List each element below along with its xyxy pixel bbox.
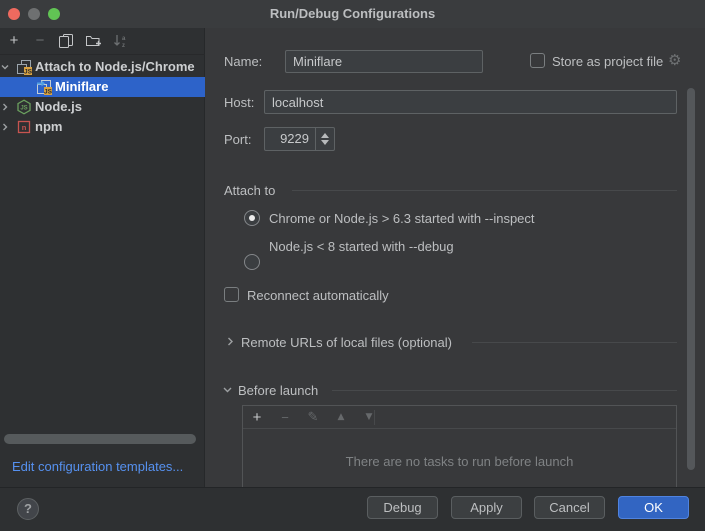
reconnect-automatically-label[interactable]: Reconnect automatically	[247, 288, 389, 303]
svg-text:JS: JS	[44, 88, 52, 95]
add-icon[interactable]: +	[6, 33, 22, 49]
main-vertical-scrollbar[interactable]	[687, 88, 695, 470]
remove-icon[interactable]: −	[32, 33, 48, 49]
port-value[interactable]: 9229	[265, 128, 315, 150]
chevron-right-icon[interactable]	[225, 335, 235, 348]
help-button[interactable]: ?	[17, 498, 39, 520]
chevron-down-icon[interactable]	[221, 383, 234, 396]
radio-debug-label[interactable]: Node.js < 8 started with --debug	[269, 239, 454, 254]
host-input[interactable]	[264, 90, 677, 114]
nodejs-icon: JS	[16, 99, 32, 115]
remote-urls-section-label[interactable]: Remote URLs of local files (optional)	[241, 335, 452, 350]
section-divider	[332, 390, 677, 391]
sidebar-horizontal-scrollbar[interactable]	[4, 434, 196, 444]
svg-text:a: a	[122, 36, 126, 42]
name-input[interactable]	[285, 50, 483, 73]
reconnect-automatically-checkbox[interactable]	[224, 287, 239, 302]
no-tasks-message: There are no tasks to run before launch	[243, 454, 676, 469]
new-folder-icon[interactable]	[85, 33, 101, 49]
port-label: Port:	[224, 132, 251, 147]
store-as-project-file-checkbox[interactable]	[530, 53, 545, 68]
port-stepper[interactable]: 9229	[264, 127, 335, 151]
radio-inspect-label[interactable]: Chrome or Node.js > 6.3 started with --i…	[269, 211, 535, 226]
move-up-icon[interactable]: ▲	[333, 412, 349, 422]
debug-button[interactable]: Debug	[367, 496, 438, 519]
sidebar-toolbar	[0, 28, 205, 55]
stepper-down-icon[interactable]	[321, 140, 329, 145]
port-stepper-buttons[interactable]	[315, 128, 334, 150]
ok-button[interactable]: OK	[618, 496, 689, 519]
tree-item-nodejs[interactable]: JS Node.js	[0, 97, 205, 117]
svg-text:z: z	[122, 43, 125, 49]
sort-alphabetically-icon[interactable]: a z	[112, 33, 128, 49]
apply-button[interactable]: Apply	[451, 496, 522, 519]
remove-task-icon[interactable]: −	[277, 410, 293, 425]
before-launch-section-label[interactable]: Before launch	[238, 383, 318, 398]
name-label: Name:	[224, 54, 262, 69]
stepper-up-icon[interactable]	[321, 133, 329, 138]
tree-item-label: Attach to Node.js/Chrome	[35, 57, 195, 77]
edit-task-icon[interactable]: ✎	[305, 410, 321, 425]
tree-item-label: Miniflare	[55, 77, 108, 97]
before-launch-toolbar: + − ✎ ▲ ▼	[243, 406, 676, 429]
section-divider	[292, 190, 677, 191]
before-launch-panel: + − ✎ ▲ ▼ There are no tasks to run befo…	[242, 405, 677, 487]
npm-icon: n	[16, 119, 32, 135]
tree-item-label: Node.js	[35, 97, 82, 117]
title-bar: Run/Debug Configurations	[0, 0, 705, 28]
radio-debug[interactable]	[244, 254, 260, 270]
cancel-button[interactable]: Cancel	[534, 496, 605, 519]
svg-text:JS: JS	[20, 106, 27, 112]
section-divider	[472, 342, 677, 343]
chevron-right-icon[interactable]	[0, 102, 16, 112]
attach-to-section-label: Attach to	[224, 183, 275, 198]
toolbar-separator	[374, 410, 375, 425]
chevron-down-icon[interactable]	[0, 62, 16, 72]
tree-item-npm[interactable]: n npm	[0, 117, 205, 137]
chevron-right-icon[interactable]	[0, 122, 16, 132]
svg-text:JS: JS	[24, 68, 32, 75]
host-label: Host:	[224, 95, 254, 110]
gear-icon[interactable]: ⚙	[668, 51, 681, 69]
window-title: Run/Debug Configurations	[0, 6, 705, 21]
attach-config-icon: JS	[36, 79, 52, 95]
edit-configuration-templates-link[interactable]: Edit configuration templates...	[12, 459, 183, 474]
radio-inspect[interactable]	[244, 210, 260, 226]
add-task-icon[interactable]: +	[249, 409, 265, 426]
svg-text:n: n	[22, 123, 27, 132]
tree-item-attach-to-nodejs-chrome[interactable]: JS Attach to Node.js/Chrome	[0, 57, 205, 77]
attach-nodejs-chrome-icon: JS	[16, 59, 32, 75]
store-as-project-file-label: Store as project file	[552, 54, 663, 69]
tree-item-label: npm	[35, 117, 62, 137]
copy-icon[interactable]	[58, 33, 74, 49]
tree-item-miniflare[interactable]: JS Miniflare	[0, 77, 205, 97]
